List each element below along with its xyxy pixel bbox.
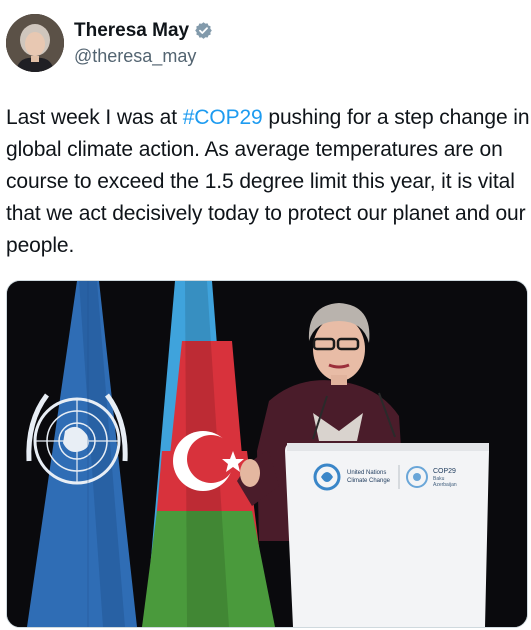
podium: United Nations Climate Change COP29 Baku…	[285, 443, 489, 627]
tweet-photo[interactable]: United Nations Climate Change COP29 Baku…	[6, 280, 528, 628]
podium-left-line1: United Nations	[347, 470, 386, 476]
verified-badge-icon	[194, 21, 213, 40]
author-names: Theresa May @theresa_may	[74, 19, 213, 68]
tweet-text-before: Last week I was at	[6, 106, 183, 129]
profile-photo	[6, 14, 64, 72]
photo-scene: United Nations Climate Change COP29 Baku…	[7, 281, 527, 627]
podium-left-line2: Climate Change	[347, 478, 391, 484]
avatar[interactable]	[6, 14, 64, 72]
hashtag-link[interactable]: #COP29	[183, 106, 263, 129]
handle[interactable]: @theresa_may	[74, 44, 213, 68]
display-name[interactable]: Theresa May	[74, 19, 189, 43]
tweet-header: Theresa May @theresa_may	[6, 14, 213, 72]
podium-right-line3: Azerbaijan	[433, 482, 457, 488]
tweet-card[interactable]: Theresa May @theresa_may Last week I was…	[0, 0, 531, 630]
tweet-text: Last week I was at #COP29 pushing for a …	[6, 102, 531, 262]
podium-right-line1: COP29	[433, 468, 456, 475]
